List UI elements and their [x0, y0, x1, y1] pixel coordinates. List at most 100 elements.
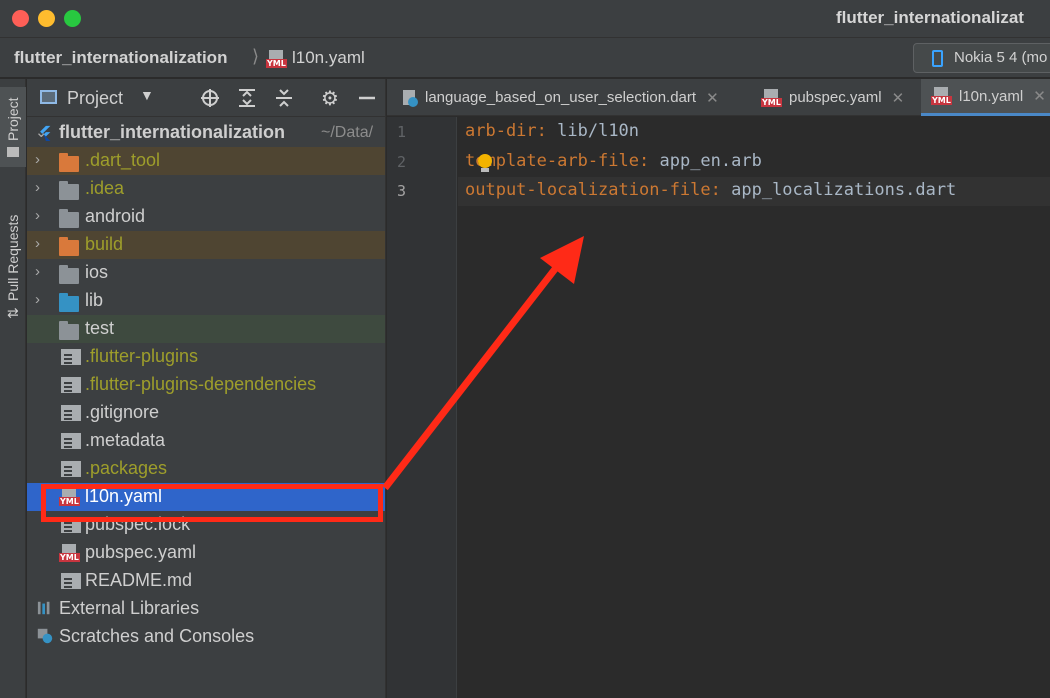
project-panel-header: Project ▼ ⚙	[27, 79, 385, 117]
folder-icon	[7, 147, 19, 157]
file-icon	[61, 461, 81, 477]
file-icon	[61, 349, 81, 365]
left-tool-strip: Project ⇅ Pull Requests	[0, 79, 26, 698]
tree-item-label: .flutter-plugins	[85, 346, 199, 366]
tree-item-idea[interactable]: › .idea	[27, 175, 385, 203]
tree-item-ios[interactable]: › ios	[27, 259, 385, 287]
tree-item-packages[interactable]: .packages	[27, 455, 385, 483]
phone-icon	[932, 50, 943, 67]
tab-l10n-yaml[interactable]: YML l10n.yaml ✕	[921, 79, 1050, 116]
project-view-icon	[40, 90, 57, 104]
tree-item-test[interactable]: test	[27, 315, 385, 343]
pull-requests-tool-tab[interactable]: ⇅ Pull Requests	[0, 189, 26, 319]
tree-item-dart-tool[interactable]: › .dart_tool	[27, 147, 385, 175]
line-number: 2	[397, 153, 407, 171]
tree-item-label: README.md	[85, 570, 193, 590]
tree-item-readme[interactable]: README.md	[27, 567, 385, 595]
collapse-all-button[interactable]	[271, 85, 297, 111]
chevron-right-icon[interactable]: ›	[35, 235, 40, 252]
chevron-right-icon[interactable]: ›	[35, 207, 40, 224]
hide-panel-button[interactable]	[354, 85, 380, 111]
crosshair-icon	[201, 89, 219, 107]
yaml-value: app_en.arb	[649, 151, 762, 171]
tree-item-build[interactable]: › build	[27, 231, 385, 259]
yaml-file-icon: YML	[761, 88, 783, 107]
yaml-key: arb-dir	[465, 121, 537, 141]
chevron-right-icon[interactable]: ›	[35, 179, 40, 196]
chevron-down-icon[interactable]: ▼	[140, 87, 154, 103]
tree-item-label: .idea	[85, 178, 125, 198]
gear-icon: ⚙	[321, 87, 339, 110]
close-icon[interactable]: ✕	[892, 89, 905, 107]
pull-request-icon: ⇅	[5, 307, 21, 319]
window-title: flutter_internationalizat	[836, 8, 1024, 27]
minimize-icon	[359, 96, 375, 100]
tree-item-metadata[interactable]: .metadata	[27, 427, 385, 455]
code-line[interactable]: arb-dir: lib/l10n	[465, 121, 639, 141]
tab-language-based-on-user-selection[interactable]: language_based_on_user_selection.dart ✕	[401, 79, 719, 116]
project-tool-tab[interactable]: Project	[0, 87, 26, 167]
tree-item-android[interactable]: › android	[27, 203, 385, 231]
expand-all-icon	[239, 89, 255, 107]
folder-icon	[59, 265, 79, 284]
yaml-file-icon: YML	[931, 87, 953, 105]
line-number: 3	[397, 182, 407, 200]
yaml-key: output-localization-file	[465, 180, 711, 200]
breadcrumb-project[interactable]: flutter_internationalization	[14, 48, 227, 68]
breadcrumb-file[interactable]: l10n.yaml	[292, 48, 365, 68]
navigation-bar: flutter_internationalization ⟩ YML l10n.…	[0, 38, 1050, 78]
flutter-icon	[40, 125, 51, 141]
project-root-name: flutter_internationalization	[59, 122, 286, 142]
yaml-value: lib/l10n	[546, 121, 640, 141]
locate-file-button[interactable]	[197, 85, 223, 111]
lightbulb-icon[interactable]	[478, 154, 492, 172]
dart-file-icon	[403, 89, 418, 107]
tree-item-lib[interactable]: › lib	[27, 287, 385, 315]
folder-icon	[59, 153, 79, 172]
project-tool-tab-label: Project	[5, 97, 21, 141]
tree-item-scratches[interactable]: Scratches and Consoles	[27, 623, 385, 651]
yaml-file-icon: YML	[59, 544, 80, 562]
expand-all-button[interactable]	[234, 85, 260, 111]
code-editor[interactable]: arb-dir: lib/l10n template-arb-file: app…	[458, 117, 1050, 698]
project-panel: Project ▼ ⚙ ⌄ flutter_internationalizati…	[27, 79, 386, 698]
close-icon[interactable]: ✕	[1033, 87, 1046, 105]
yaml-colon: :	[536, 121, 547, 141]
close-window-button[interactable]	[12, 10, 29, 27]
code-line[interactable]: template-arb-file: app_en.arb	[465, 151, 762, 171]
file-icon	[61, 377, 81, 393]
line-number: 1	[397, 123, 407, 141]
project-root-item[interactable]: ⌄ flutter_internationalization ~/Data/	[27, 119, 385, 147]
yaml-colon: :	[710, 180, 721, 200]
tree-item-label: External Libraries	[59, 598, 200, 618]
device-selector[interactable]: Nokia 5 4 (mo	[913, 43, 1050, 73]
tree-item-pubspec-yaml[interactable]: YML pubspec.yaml	[27, 539, 385, 567]
tree-item-flutter-plugins-dependencies[interactable]: .flutter-plugins-dependencies	[27, 371, 385, 399]
settings-button[interactable]: ⚙	[317, 85, 343, 111]
title-bar: flutter_internationalizat	[0, 0, 1050, 38]
project-root-path: ~/Data/	[321, 124, 374, 141]
close-icon[interactable]: ✕	[706, 89, 719, 107]
chevron-right-icon[interactable]: ›	[35, 291, 40, 308]
minimize-window-button[interactable]	[38, 10, 55, 27]
code-line[interactable]: output-localization-file: app_localizati…	[465, 180, 956, 200]
tree-item-label: Scratches and Consoles	[59, 626, 255, 646]
test-folder-icon	[59, 321, 79, 340]
tree-item-gitignore[interactable]: .gitignore	[27, 399, 385, 427]
tree-item-external-libraries[interactable]: External Libraries	[27, 595, 385, 623]
ignored-file-icon	[61, 405, 81, 421]
library-icon	[37, 601, 50, 615]
project-view-selector[interactable]: Project	[67, 88, 123, 109]
zoom-window-button[interactable]	[64, 10, 81, 27]
tab-label: pubspec.yaml	[789, 89, 882, 106]
tree-item-label: pubspec.yaml	[85, 542, 197, 562]
pull-requests-tool-tab-label: Pull Requests	[5, 214, 21, 302]
tab-pubspec-yaml[interactable]: YML pubspec.yaml ✕	[761, 79, 904, 116]
tree-item-label: .metadata	[85, 430, 166, 450]
tree-item-flutter-plugins[interactable]: .flutter-plugins	[27, 343, 385, 371]
chevron-right-icon[interactable]: ›	[35, 263, 40, 280]
chevron-right-icon[interactable]: ›	[35, 151, 40, 168]
scratches-icon	[37, 628, 53, 644]
tree-item-label: test	[85, 318, 115, 338]
source-folder-icon	[59, 293, 79, 312]
